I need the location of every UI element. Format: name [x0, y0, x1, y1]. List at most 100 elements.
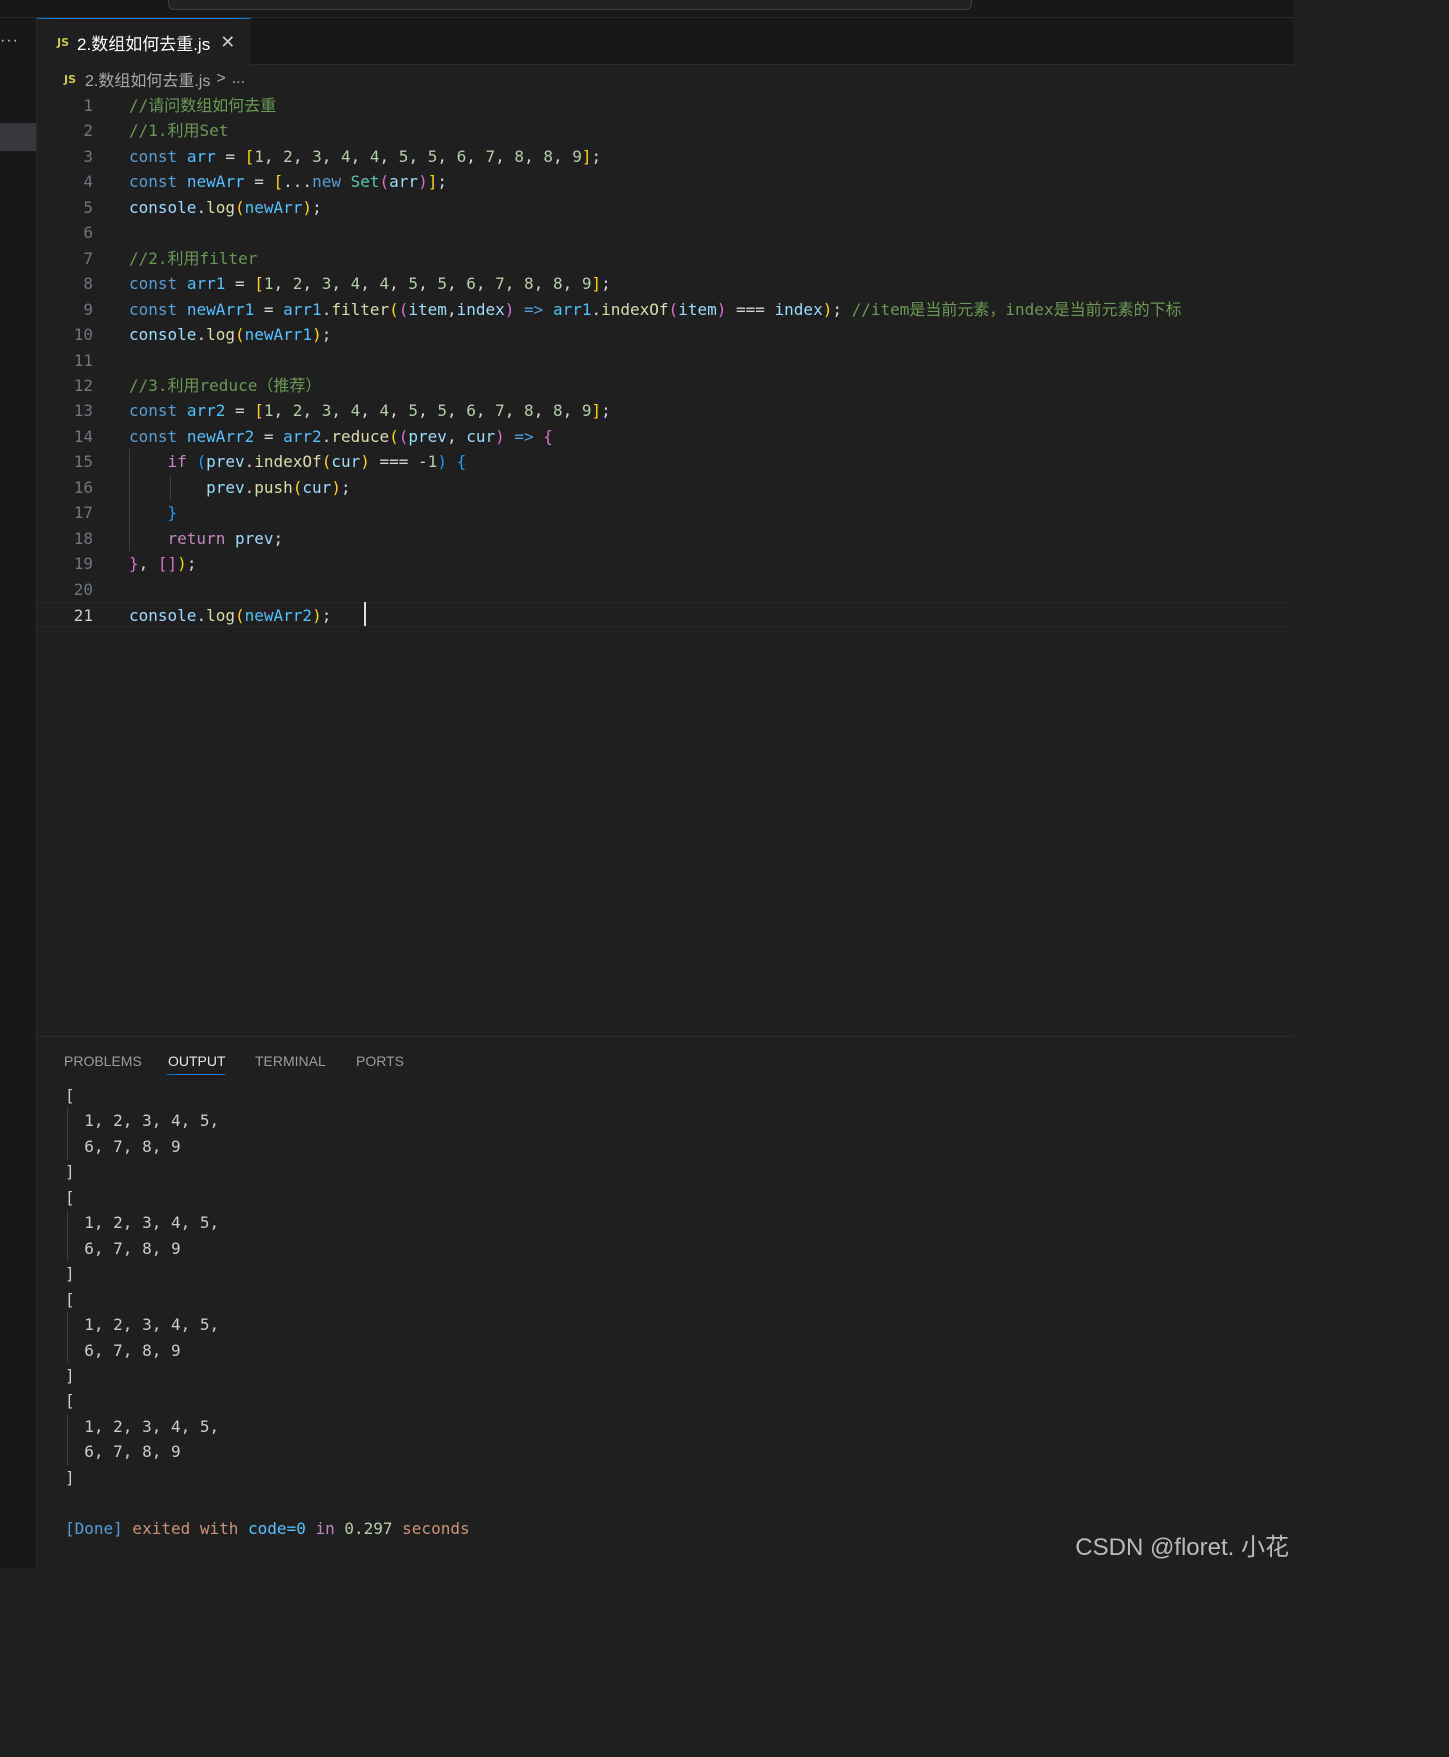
- code-line[interactable]: 20: [37, 577, 1293, 602]
- more-actions-icon[interactable]: ···: [0, 32, 19, 50]
- indent-guide: [170, 474, 171, 501]
- output-line: [: [65, 1187, 75, 1207]
- tab-file[interactable]: JS 2.数组如何去重.js ✕: [37, 18, 251, 65]
- text-cursor: [364, 602, 366, 626]
- tab-ports[interactable]: PORTS: [356, 1053, 404, 1069]
- code-token: ===: [726, 299, 775, 319]
- code-line[interactable]: 12 //3.利用reduce（推荐）: [37, 373, 1293, 398]
- code-line[interactable]: 7 //2.利用filter: [37, 246, 1293, 271]
- code-line[interactable]: 18 return prev;: [37, 526, 1293, 551]
- code-line[interactable]: 17 }: [37, 500, 1293, 525]
- tab-problems[interactable]: PROBLEMS: [64, 1053, 142, 1069]
- line-code: console.log(newArr2);: [129, 603, 331, 628]
- code-token: =: [244, 172, 274, 192]
- code-line[interactable]: 4 const newArr = [...new Set(arr)];: [37, 169, 1293, 194]
- output-view[interactable]: [ 1, 2, 3, 4, 5, 6, 7, 8, 9] [ 1, 2, 3, 4…: [37, 1083, 1293, 1569]
- code-token: 2: [292, 274, 303, 294]
- code-token: index: [774, 299, 823, 319]
- code-token: 9: [581, 401, 592, 421]
- code-line[interactable]: 11: [37, 348, 1293, 373]
- code-line[interactable]: 3 const arr = [1, 2, 3, 4, 4, 5, 5, 6, 7,…: [37, 144, 1293, 169]
- code-token: ,: [321, 146, 341, 166]
- output-line: ]: [65, 1162, 75, 1182]
- line-code: }: [129, 500, 178, 525]
- output-line: [: [65, 1391, 75, 1411]
- code-token: ,: [504, 401, 525, 421]
- line-number: 7: [83, 248, 93, 268]
- code-line[interactable]: 13 const arr2 = [1, 2, 3, 4, 4, 5, 5, 6, …: [37, 398, 1293, 423]
- line-number: 11: [73, 350, 93, 370]
- code-line[interactable]: 16 prev.push(cur);: [37, 475, 1293, 500]
- line-code: const arr2 = [1, 2, 3, 4, 4, 5, 5, 6, 7,…: [129, 398, 611, 423]
- code-line[interactable]: 10 console.log(newArr1);: [37, 322, 1293, 347]
- code-token: 5: [427, 146, 438, 166]
- code-line[interactable]: 8 const arr1 = [1, 2, 3, 4, 4, 5, 5, 6, 7…: [37, 271, 1293, 296]
- run-status-line: [Done] exited with code=0 in 0.297 secon…: [65, 1516, 470, 1541]
- code-token: newArr2: [186, 426, 255, 446]
- breadcrumb-file[interactable]: 2.数组如何去重.js: [85, 67, 210, 91]
- line-number: 16: [73, 477, 93, 497]
- line-code: const arr = [1, 2, 3, 4, 4, 5, 5, 6, 7, …: [129, 144, 601, 169]
- code-line[interactable]: 6: [37, 220, 1293, 245]
- command-center[interactable]: [168, 0, 972, 10]
- line-code: const newArr1 = arr1.filter((item,index)…: [129, 297, 1182, 322]
- line-number: 13: [73, 401, 93, 421]
- code-token: 2: [292, 401, 303, 421]
- output-line: 6, 7, 8, 9: [65, 1136, 181, 1156]
- code-token: ): [437, 452, 447, 472]
- code-token: {: [456, 452, 467, 472]
- code-token: 8: [524, 401, 534, 421]
- chevron-right-icon: >: [216, 70, 226, 87]
- code-token: Set: [350, 172, 380, 192]
- code-line[interactable]: 9 const newArr1 = arr1.filter((item,index…: [37, 297, 1293, 322]
- title-bar: [0, 0, 1293, 18]
- code-token: ,: [562, 274, 582, 294]
- code-token: ;: [273, 528, 284, 548]
- code-line[interactable]: 14 const newArr2 = arr2.reduce((prev, cur…: [37, 424, 1293, 449]
- code-token: arr1: [186, 274, 226, 294]
- code-line[interactable]: 2 //1.利用Set: [37, 118, 1293, 143]
- code-line[interactable]: 15 if (prev.indexOf(cur) === -1) {: [37, 449, 1293, 474]
- code-token: =: [254, 426, 284, 446]
- code-token: ,: [504, 274, 525, 294]
- code-token: ,: [446, 274, 467, 294]
- code-token: arr: [389, 172, 419, 192]
- code-line[interactable]: 21 console.log(newArr2);: [37, 602, 1293, 627]
- code-line[interactable]: 19}, []);: [37, 551, 1293, 576]
- code-token: ,: [360, 401, 380, 421]
- code-token: arr1: [283, 299, 322, 319]
- code-token: 9: [581, 274, 592, 294]
- code-token: 4: [350, 401, 361, 421]
- code-token: 3: [321, 274, 332, 294]
- tab-terminal[interactable]: TERMINAL: [255, 1053, 326, 1069]
- selected-explorer-item[interactable]: [0, 123, 36, 151]
- output-line: 6, 7, 8, 9: [65, 1442, 181, 1462]
- code-line[interactable]: 5 console.log(newArr);: [37, 195, 1293, 220]
- breadcrumb-symbol[interactable]: ...: [232, 70, 245, 88]
- code-token: arr2: [283, 426, 322, 446]
- output-line: 1, 2, 3, 4, 5,: [65, 1416, 220, 1436]
- code-token: cur: [331, 452, 361, 472]
- code-token: 4: [369, 146, 380, 166]
- status-code: code=0: [248, 1518, 306, 1538]
- output-line: ]: [65, 1264, 75, 1284]
- line-code: //请问数组如何去重: [129, 93, 276, 118]
- output-line: [: [65, 1086, 75, 1105]
- code-editor[interactable]: 1//请问数组如何去重 2//1.利用Set 3 const arr = [1, 2,…: [37, 92, 1293, 1034]
- close-icon[interactable]: ✕: [220, 32, 235, 53]
- code-token: ;: [601, 274, 611, 294]
- code-line[interactable]: 1 //请问数组如何去重: [37, 93, 1293, 118]
- line-number: 19: [73, 554, 93, 574]
- code-token: ): [716, 299, 727, 319]
- code-token: ]: [581, 146, 592, 166]
- code-token: ,: [466, 146, 486, 166]
- line-number: 6: [83, 223, 93, 243]
- code-token: ,: [533, 401, 553, 421]
- tab-output[interactable]: OUTPUT: [168, 1053, 226, 1069]
- line-code: const arr1 = [1, 2, 3, 4, 4, 5, 5, 6, 7,…: [129, 271, 611, 296]
- code-token: log: [206, 606, 235, 625]
- status-in: in: [305, 1518, 345, 1538]
- code-token: const: [129, 146, 178, 166]
- code-token: ): [177, 554, 187, 574]
